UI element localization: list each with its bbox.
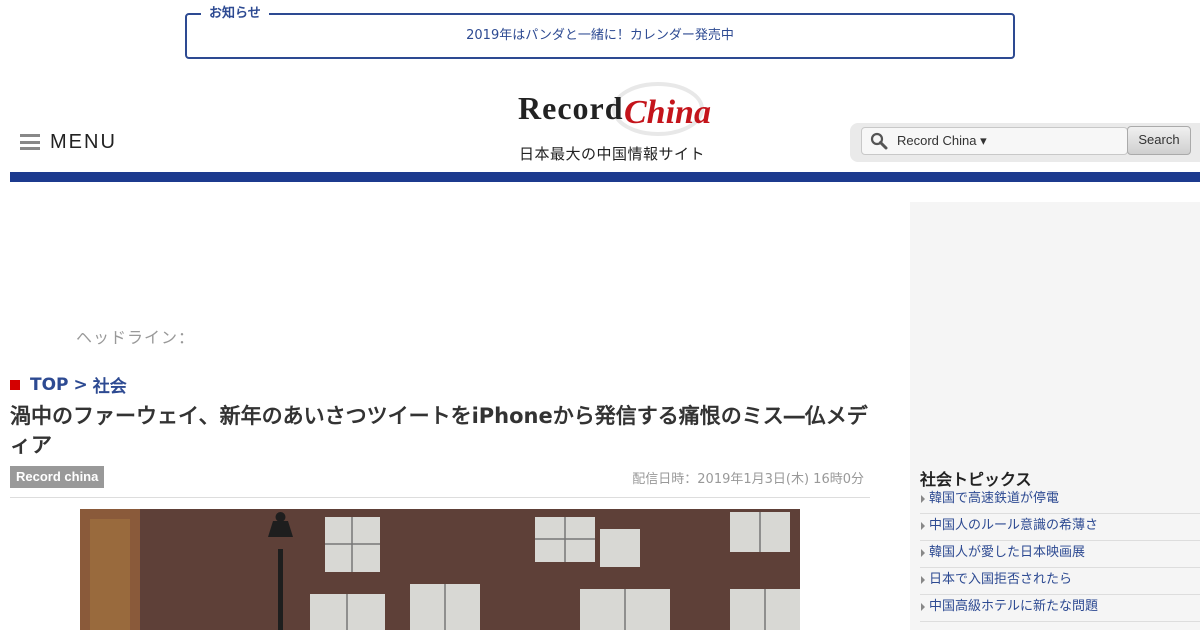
arrow-right-icon (921, 603, 925, 611)
header-divider-bar (10, 172, 1200, 182)
menu-button[interactable]: MENU (20, 131, 117, 153)
arrow-right-icon (921, 495, 925, 503)
arrow-right-icon (921, 522, 925, 530)
site-tagline: 日本最大の中国情報サイト (519, 145, 706, 163)
article-divider (10, 497, 870, 498)
topic-link[interactable]: 日本で入国拒否されたら (929, 568, 1072, 591)
publish-date: 配信日時：2019年1月3日(木) 16時0分 (632, 472, 864, 487)
topic-item[interactable]: 中国人のルール意識の希薄さ (920, 514, 1200, 541)
menu-label: MENU (50, 130, 117, 153)
logo-word: Record (518, 90, 624, 126)
breadcrumb-category-link[interactable]: 社会 (93, 372, 127, 397)
breadcrumb: TOP > 社会 (10, 372, 127, 397)
topic-item[interactable]: 韓国で高速鉄道が停電 (920, 487, 1200, 514)
topic-link[interactable]: 中国高級ホテルに新たな問題 (929, 595, 1098, 618)
topic-item[interactable]: 韓国人が愛した日本映画展 (920, 541, 1200, 568)
notice-link[interactable]: 2019年はパンダと一緒に！カレンダー発売中 (187, 28, 1013, 44)
site-logo[interactable]: Record China (512, 80, 711, 140)
topic-list: 韓国で高速鉄道が停電 中国人のルール意識の希薄さ 韓国人が愛した日本映画展 日本… (920, 487, 1200, 622)
notice-box: お知らせ 2019年はパンダと一緒に！カレンダー発売中 (185, 6, 1015, 59)
article-photo-image (80, 509, 800, 630)
article-photo (80, 509, 800, 630)
notice-title: お知らせ (201, 6, 269, 22)
hamburger-icon (20, 134, 40, 150)
arrow-right-icon (921, 576, 925, 584)
article-title: 渦中のファーウェイ、新年のあいさつツイートをiPhoneから発信する痛恨のミス―… (10, 404, 868, 457)
arrow-right-icon (921, 549, 925, 557)
headline-label: ヘッドライン： (76, 328, 196, 347)
topic-link[interactable]: 韓国で高速鉄道が停電 (929, 487, 1059, 510)
logo-china: China (624, 94, 711, 131)
topic-link[interactable]: 中国人のルール意識の希薄さ (929, 514, 1098, 537)
search-icon (870, 132, 888, 150)
topic-link[interactable]: 韓国人が愛した日本映画展 (929, 541, 1085, 564)
breadcrumb-marker (10, 379, 20, 390)
search-bar: Record China ▾ Search (850, 123, 1200, 162)
search-button[interactable]: Search (1127, 126, 1191, 155)
breadcrumb-separator: > (73, 374, 88, 395)
breadcrumb-top-link[interactable]: TOP (30, 375, 69, 395)
topic-item[interactable]: 中国高級ホテルに新たな問題 (920, 595, 1200, 622)
search-input[interactable]: Record China ▾ (861, 127, 1128, 155)
topic-item[interactable]: 日本で入国拒否されたら (920, 568, 1200, 595)
source-badge: Record china (10, 466, 105, 488)
search-scope-select[interactable]: Record China ▾ (897, 133, 987, 149)
